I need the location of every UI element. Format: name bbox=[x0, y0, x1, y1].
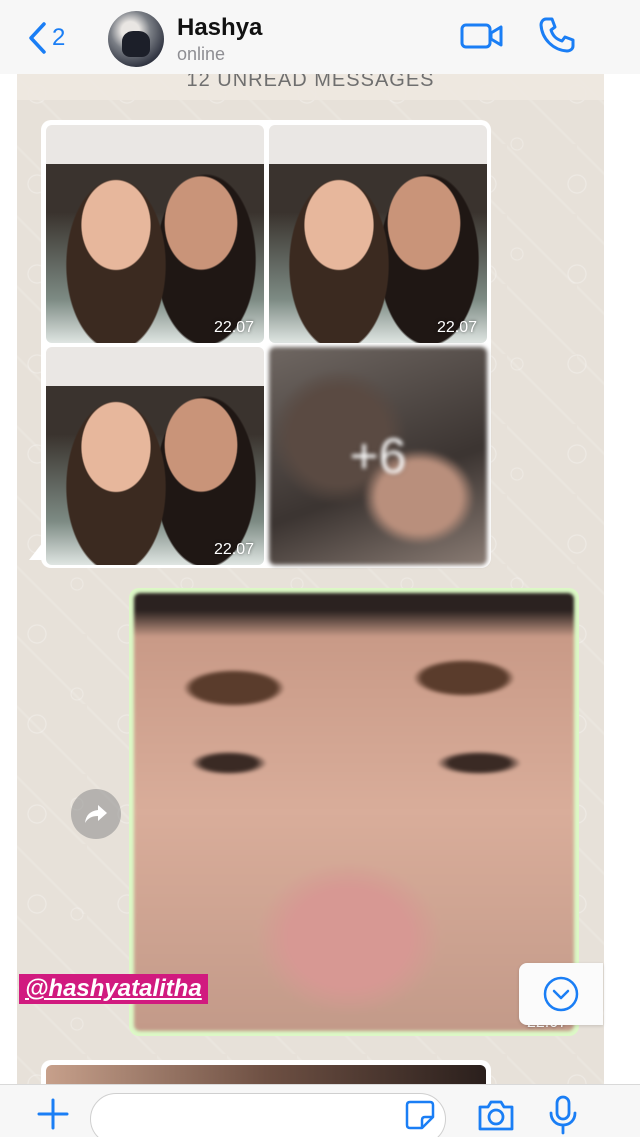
chat-header: 2 Hashya online bbox=[0, 0, 640, 74]
album-more-photos[interactable]: +6 bbox=[269, 347, 487, 565]
back-button[interactable]: 2 bbox=[26, 18, 65, 58]
contact-avatar[interactable] bbox=[108, 11, 164, 67]
outgoing-photo[interactable] bbox=[134, 593, 574, 1031]
contact-name[interactable]: Hashya bbox=[177, 14, 262, 42]
scroll-to-bottom-button[interactable] bbox=[519, 963, 603, 1025]
microphone-icon[interactable] bbox=[548, 1095, 578, 1135]
sticker-icon[interactable] bbox=[404, 1099, 436, 1131]
more-photos-count: +6 bbox=[349, 428, 407, 484]
message-time: 22.07 bbox=[213, 541, 254, 558]
story-mention-tag: @hashyatalitha bbox=[19, 974, 208, 1004]
chat-area[interactable]: 12 UNREAD MESSAGES 22.07 22.07 22.07 +6 … bbox=[17, 74, 604, 1084]
forward-button[interactable] bbox=[71, 789, 121, 839]
message-time: 22.07 bbox=[213, 319, 254, 336]
album-photo[interactable]: 22.07 bbox=[46, 125, 264, 343]
album-photo[interactable]: 22.07 bbox=[46, 347, 264, 565]
chevron-down-circle-icon bbox=[543, 976, 579, 1012]
contact-status: online bbox=[177, 44, 226, 64]
phone-icon[interactable] bbox=[538, 16, 576, 54]
right-margin bbox=[604, 74, 640, 1084]
plus-icon[interactable] bbox=[36, 1097, 70, 1131]
album-photo[interactable]: 22.07 bbox=[269, 125, 487, 343]
next-photo-message[interactable] bbox=[41, 1060, 491, 1084]
incoming-photo-album[interactable]: 22.07 22.07 22.07 +6 bbox=[41, 120, 491, 568]
message-composer bbox=[0, 1084, 640, 1137]
chevron-left-icon bbox=[29, 22, 46, 54]
camera-icon[interactable] bbox=[476, 1097, 516, 1133]
forward-arrow-icon bbox=[85, 805, 107, 823]
message-input[interactable] bbox=[90, 1093, 446, 1137]
outgoing-photo-message[interactable]: 22.07 bbox=[129, 588, 579, 1036]
unread-messages-banner: 12 UNREAD MESSAGES bbox=[17, 74, 604, 100]
next-photo-preview[interactable] bbox=[46, 1065, 486, 1084]
unread-chats-count: 2 bbox=[52, 24, 66, 51]
message-time: 22.07 bbox=[436, 319, 477, 336]
video-call-icon[interactable] bbox=[460, 20, 504, 52]
